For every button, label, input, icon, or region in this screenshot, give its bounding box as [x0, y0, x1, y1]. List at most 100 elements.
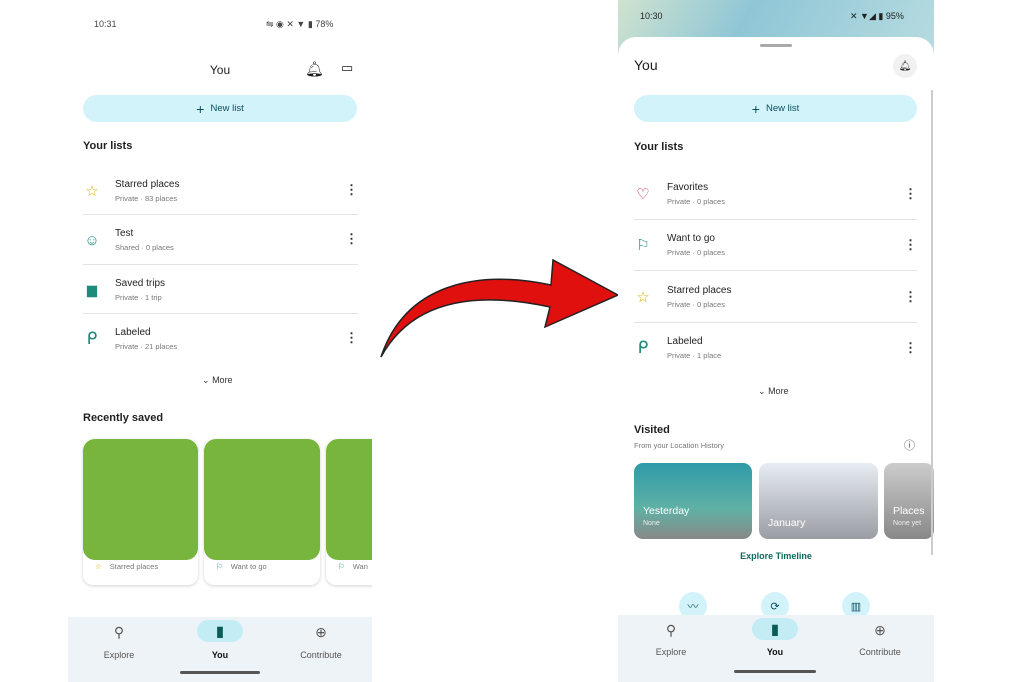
list-meta: Private · 0 places	[667, 248, 725, 257]
divider	[634, 270, 917, 271]
battery-level: 78%	[315, 19, 334, 29]
list-meta: Private · 0 places	[667, 300, 725, 309]
more-options-icon[interactable]: ⋮	[345, 183, 358, 196]
nav-label: Explore	[655, 647, 687, 657]
place-image	[204, 439, 320, 560]
new-list-label: New list	[210, 103, 244, 114]
card-title: Places	[893, 505, 925, 517]
list-name: Saved trips	[115, 278, 166, 289]
star-icon: ☆	[95, 562, 102, 571]
label-flag-icon: ᑭ	[86, 329, 98, 348]
divider	[83, 264, 358, 265]
card-label: Want to go	[230, 562, 267, 571]
nav-label: Contribute	[859, 647, 901, 657]
recent-card[interactable]: ☆ Starred places	[83, 439, 198, 585]
list-meta: Private · 21 places	[115, 342, 178, 351]
new-list-button[interactable]: + New list	[634, 95, 917, 122]
status-time: 10:31	[94, 19, 117, 29]
more-options-icon[interactable]: ⋮	[345, 232, 358, 245]
star-icon: ☆	[85, 183, 99, 200]
card-subtitle: None yet	[893, 520, 922, 527]
divider	[634, 219, 917, 220]
divider	[83, 214, 358, 215]
trips-icon: ▆	[87, 282, 97, 297]
status-time: 10:30	[640, 11, 663, 21]
list-item[interactable]: ᑭ Labeled Private · 1 place ⋮	[634, 331, 917, 380]
plus-icon: +	[196, 100, 205, 117]
messages-icon[interactable]: ▭	[341, 60, 353, 76]
more-options-icon[interactable]: ⋮	[904, 341, 917, 354]
arrow-icon	[380, 258, 620, 358]
bottom-nav: ⚲ Explore ▮ You ⊕ Contribute	[618, 615, 934, 682]
flag-icon: ⚐	[636, 237, 650, 254]
more-label: More	[212, 375, 233, 385]
page-title: You	[634, 57, 658, 73]
more-options-icon[interactable]: ⋮	[345, 331, 358, 344]
more-button[interactable]: ⌄ More	[758, 386, 789, 397]
card-label: Wan	[352, 562, 368, 571]
more-options-icon[interactable]: ⋮	[904, 238, 917, 251]
list-meta: Private · 0 places	[667, 197, 725, 206]
visited-subtitle: From your Location History	[634, 441, 725, 450]
scrollbar[interactable]	[931, 90, 933, 555]
bell-icon[interactable]: 🔔︎	[305, 60, 324, 78]
list-name: Starred places	[667, 285, 732, 296]
phone-screen-before: 10:31 ⇋ ◉ ✕ ▼ ▮ 78% You 🔔︎ ▭ + New list Y…	[68, 0, 372, 682]
nav-label: Contribute	[300, 650, 342, 660]
new-list-label: New list	[765, 103, 800, 114]
status-icons: ✕ ▼◢ ▮ 95%	[850, 11, 904, 21]
sheet-drag-handle[interactable]	[760, 44, 792, 47]
bell-icon[interactable]: 🔔︎	[893, 54, 917, 78]
bottom-nav: ⚲ Explore ▮ You ⊕ Contribute	[68, 617, 372, 682]
nav-explore[interactable]: ⚲ Explore	[631, 619, 711, 658]
heart-icon: ♡	[636, 186, 650, 203]
more-options-icon[interactable]: ⋮	[904, 290, 917, 303]
recent-card[interactable]: ⚐ Want to go	[204, 439, 320, 585]
list-item[interactable]: ▆ Saved trips Private · 1 trip	[83, 273, 358, 322]
status-icons: ⇋ ◉ ✕ ▼ ▮ 78%	[266, 19, 334, 29]
recently-saved-heading: Recently saved	[83, 412, 164, 424]
bookmark-icon: ▮	[752, 618, 798, 640]
new-list-button[interactable]: + New list	[83, 95, 357, 122]
divider	[634, 322, 917, 323]
plus-icon: +	[751, 100, 760, 117]
list-name: Favorites	[667, 182, 709, 193]
nav-label: You	[766, 647, 784, 657]
nav-you[interactable]: ▮ You	[180, 620, 260, 660]
card-subtitle: None	[643, 520, 660, 527]
info-icon[interactable]: ⓘ	[904, 437, 915, 453]
visited-card-places[interactable]: Places None yet	[884, 463, 934, 539]
more-options-icon[interactable]: ⋮	[904, 187, 917, 200]
visited-card-january[interactable]: January	[759, 463, 878, 539]
visited-card-yesterday[interactable]: Yesterday None	[634, 463, 752, 539]
card-label: Starred places	[109, 562, 159, 571]
nav-contribute[interactable]: ⊕ Contribute	[840, 619, 920, 658]
divider	[83, 313, 358, 314]
bookmark-icon: ▮	[197, 620, 243, 642]
list-item[interactable]: ☆ Starred places Private · 83 places ⋮	[83, 174, 358, 223]
list-name: Labeled	[667, 336, 703, 347]
chevron-down-icon: ⌄	[758, 386, 766, 396]
emoji-add-icon: ☺	[84, 231, 100, 249]
recent-card[interactable]: ⚐ Wan	[326, 439, 372, 585]
your-lists-heading: Your lists	[634, 141, 684, 153]
list-meta: Private · 1 trip	[115, 293, 162, 302]
your-lists-heading: Your lists	[83, 140, 133, 152]
list-name: Test	[115, 228, 134, 239]
card-title: Yesterday	[643, 505, 690, 517]
location-pin-icon: ⚲	[665, 621, 677, 638]
place-image	[83, 439, 198, 560]
nav-contribute[interactable]: ⊕ Contribute	[281, 621, 361, 661]
flag-icon: ⚐	[216, 562, 223, 571]
list-item[interactable]: ᑭ Labeled Private · 21 places ⋮	[83, 322, 358, 371]
nav-explore[interactable]: ⚲ Explore	[79, 621, 159, 661]
label-flag-icon: ᑭ	[637, 338, 649, 357]
explore-timeline-link[interactable]: Explore Timeline	[618, 551, 934, 561]
nav-label: Explore	[103, 650, 135, 660]
place-image	[326, 439, 372, 560]
list-meta: Private · 1 place	[667, 351, 722, 360]
nav-you[interactable]: ▮ You	[735, 618, 815, 657]
nav-label: You	[211, 650, 229, 660]
more-button[interactable]: ⌄ More	[202, 375, 233, 386]
add-circle-icon: ⊕	[315, 623, 327, 640]
